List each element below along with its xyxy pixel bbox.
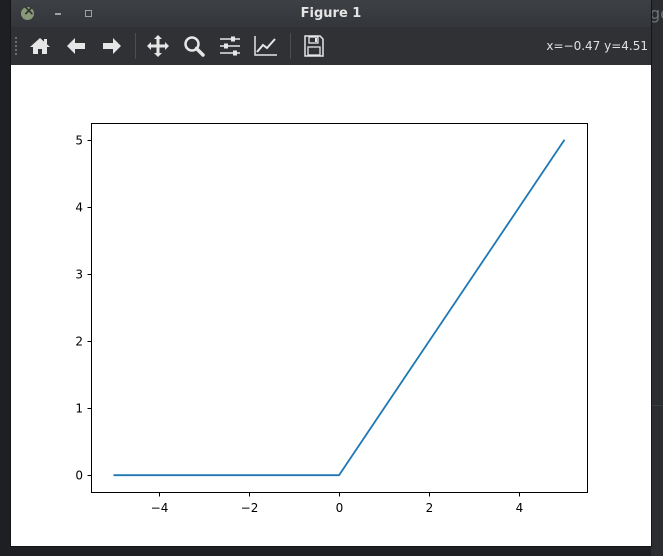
subplots-button[interactable] [217, 34, 243, 58]
navigation-toolbar: x=−0.47 y=4.51 [11, 27, 651, 65]
x-tick-label: 2 [426, 501, 434, 515]
save-icon [301, 34, 327, 58]
back-icon [63, 34, 89, 58]
edit-axis-icon [253, 34, 279, 58]
x-tick-label: −4 [151, 501, 169, 515]
forward-icon [99, 34, 125, 58]
zoom-button[interactable] [181, 34, 207, 58]
x-tick-label: 0 [336, 501, 344, 515]
forward-button[interactable] [99, 34, 125, 58]
axes-frame [91, 123, 588, 493]
toolbar-separator [290, 33, 291, 59]
y-tick-label: 3 [75, 268, 83, 282]
y-tick-label: 5 [75, 134, 83, 148]
home-icon [27, 34, 53, 58]
y-tick-label: 0 [75, 469, 83, 483]
y-tick-label: 1 [75, 402, 83, 416]
toolbar-grip[interactable] [15, 37, 17, 55]
zoom-icon [181, 34, 207, 58]
home-button[interactable] [27, 34, 53, 58]
y-tick-label: 2 [75, 335, 83, 349]
y-tick-label: 4 [75, 201, 83, 215]
pan-button[interactable] [145, 34, 171, 58]
edit-axis-button[interactable] [253, 34, 279, 58]
x-tick-label: −2 [241, 501, 259, 515]
title-bar[interactable]: Figure 1 [11, 0, 651, 27]
pan-icon [145, 34, 171, 58]
series-line [113, 139, 566, 477]
x-tick-label: 4 [516, 501, 524, 515]
plot-svg: −4 −2 0 2 4 0 1 2 3 4 5 [75, 123, 588, 515]
back-button[interactable] [63, 34, 89, 58]
background-window [651, 0, 663, 556]
background-divider [651, 405, 663, 406]
save-button[interactable] [301, 34, 327, 58]
background-partial-text: ge [650, 4, 663, 23]
figure-window: Figure 1 [11, 0, 651, 546]
subplots-icon [217, 34, 243, 58]
window-title: Figure 1 [300, 6, 362, 21]
toolbar-separator [135, 33, 136, 59]
cursor-coordinates: x=−0.47 y=4.51 [546, 39, 648, 53]
figure-canvas[interactable]: −4 −2 0 2 4 0 1 2 3 4 5 [11, 65, 651, 546]
